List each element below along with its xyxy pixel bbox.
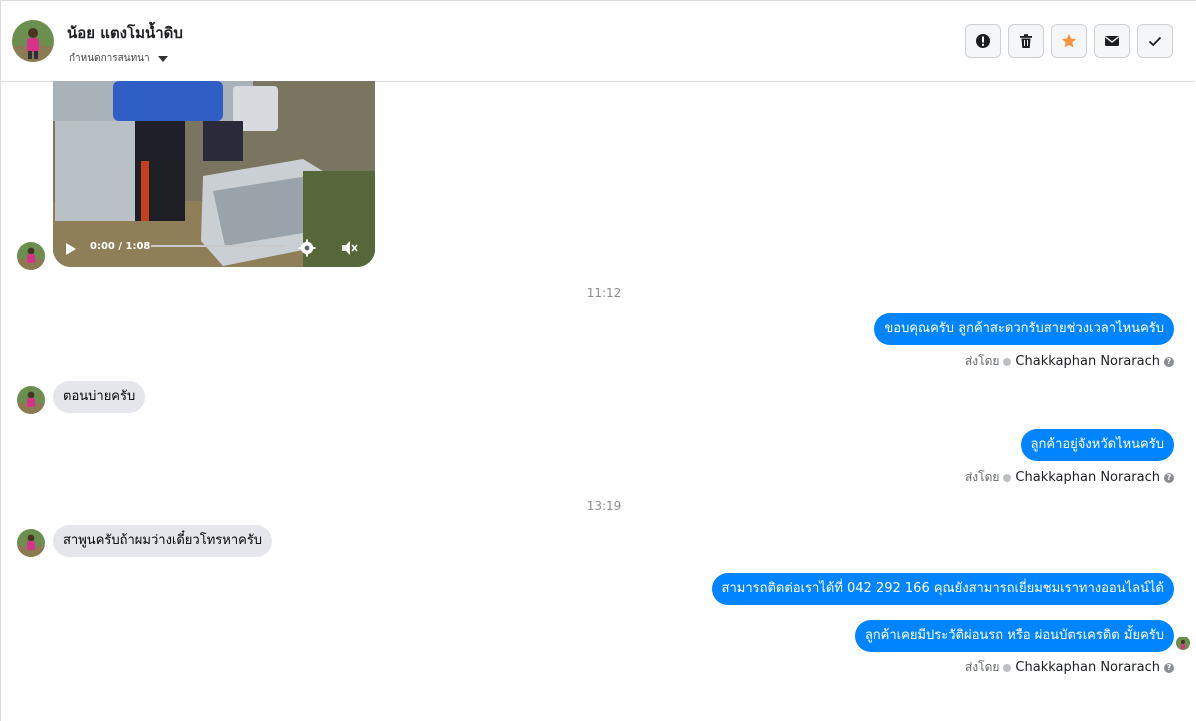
video-controls: 0:00 / 1:08 — [53, 227, 375, 267]
sender-avatar[interactable] — [17, 242, 45, 270]
sender-avatar[interactable] — [17, 386, 45, 414]
conversation-header: น้อย แตงโมน้ำดิบ กำหนดการสนทนา — [1, 1, 1195, 82]
sent-by-line: ส่งโดย Chakkaphan Norarach ? — [965, 658, 1174, 677]
timestamp: 13:19 — [586, 499, 622, 513]
mark-spam-button[interactable] — [965, 24, 1001, 58]
mark-done-button[interactable] — [1137, 24, 1173, 58]
alert-icon — [976, 34, 990, 48]
help-icon[interactable]: ? — [1164, 356, 1174, 367]
sent-check-icon — [1003, 357, 1012, 366]
star-button[interactable] — [1051, 24, 1087, 58]
assign-label: กำหนดการสนทนา — [69, 53, 150, 64]
sent-by-line: ส่งโดย Chakkaphan Norarach ? — [965, 468, 1174, 487]
sent-by-label: ส่งโดย — [964, 660, 1000, 674]
outgoing-message[interactable]: สามารถติดต่อเราได้ที่ 042 292 166 คุณยัง… — [711, 573, 1174, 605]
mail-icon — [1105, 36, 1119, 46]
sent-by-label: ส่งโดย — [964, 470, 1000, 484]
sent-check-icon — [1003, 663, 1012, 672]
outgoing-message[interactable]: ลูกค้าอยู่จังหวัดไหนครับ — [1020, 429, 1174, 461]
outgoing-message[interactable]: ลูกค้าเคยมีประวัติผ่อนรถ หรือ ผ่อนบัตรเค… — [854, 620, 1174, 652]
chevron-down-icon — [157, 55, 168, 62]
help-icon[interactable]: ? — [1164, 472, 1174, 483]
trash-icon — [1020, 34, 1032, 48]
sent-by-line: ส่งโดย Chakkaphan Norarach ? — [965, 352, 1174, 371]
help-icon[interactable]: ? — [1164, 662, 1174, 673]
sender-avatar[interactable] — [17, 529, 45, 557]
timestamp: 11:12 — [586, 286, 622, 300]
check-icon — [1148, 36, 1162, 47]
video-progress-bar[interactable] — [151, 245, 286, 247]
sent-check-icon — [1003, 473, 1012, 482]
header-actions — [965, 24, 1173, 58]
incoming-message[interactable]: ตอนบ่ายครับ — [53, 381, 146, 413]
video-message[interactable]: 0:00 / 1:08 — [53, 81, 375, 267]
mute-icon[interactable] — [341, 240, 359, 256]
contact-avatar[interactable] — [12, 20, 54, 62]
mark-unread-button[interactable] — [1094, 24, 1130, 58]
sender-name: Chakkaphan Norarach — [1015, 354, 1160, 369]
delete-button[interactable] — [1008, 24, 1044, 58]
sent-by-label: ส่งโดย — [964, 354, 1000, 368]
video-time: 0:00 / 1:08 — [90, 241, 151, 252]
sender-name: Chakkaphan Norarach — [1015, 660, 1160, 675]
contact-name[interactable]: น้อย แตงโมน้ำดิบ — [67, 21, 183, 45]
seen-avatar — [1176, 636, 1190, 650]
sender-name: Chakkaphan Norarach — [1015, 470, 1160, 485]
star-icon — [1062, 34, 1076, 48]
outgoing-message[interactable]: ขอบคุณครับ ลูกค้าสะดวกรับสายช่วงเวลาไหนค… — [874, 313, 1174, 345]
play-icon[interactable] — [65, 242, 77, 256]
incoming-message[interactable]: สาพูนครับถ้าผมว่างเดี๋ยวโทรหาครับ — [53, 525, 273, 557]
settings-gear-icon[interactable] — [298, 239, 316, 257]
assign-conversation-dropdown[interactable]: กำหนดการสนทนา — [69, 51, 168, 66]
